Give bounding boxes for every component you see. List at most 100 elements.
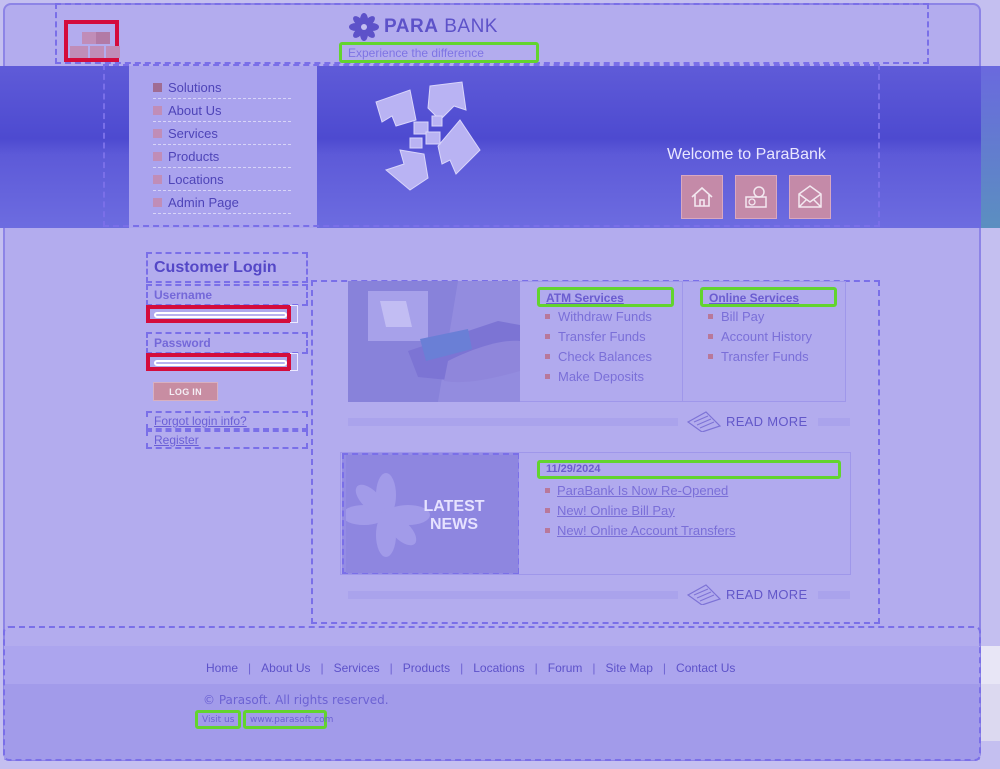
service-label: Transfer Funds	[558, 328, 646, 344]
logo-block	[90, 46, 104, 58]
username-label: Username	[146, 284, 308, 306]
footer-separator: |	[460, 661, 464, 675]
password-input[interactable]	[154, 360, 287, 366]
footer-link-services[interactable]: Services	[334, 661, 380, 675]
brand[interactable]: PARA BANK	[348, 12, 498, 42]
latest-news-line2: NEWS	[430, 516, 478, 533]
logo-block	[106, 46, 120, 58]
list-item[interactable]: Transfer Funds	[708, 346, 812, 366]
pen-paper-icon	[686, 584, 722, 605]
list-item[interactable]: Make Deposits	[545, 366, 652, 386]
divider-line	[348, 591, 678, 599]
footer-separator: |	[248, 661, 252, 675]
online-services-list: Bill Pay Account History Transfer Funds	[708, 306, 812, 366]
service-label: Transfer Funds	[721, 348, 809, 364]
news-item[interactable]: New! Online Account Transfers	[545, 520, 735, 540]
list-item[interactable]: Withdraw Funds	[545, 306, 652, 326]
logo-block	[70, 46, 88, 58]
bullet-icon	[545, 353, 550, 359]
news-item[interactable]: New! Online Bill Pay	[545, 500, 735, 520]
services-read-more[interactable]: READ MORE	[348, 411, 850, 432]
footer-separator: |	[534, 661, 538, 675]
password-field[interactable]	[146, 353, 291, 371]
footer-separator: |	[592, 661, 596, 675]
footer-link-about-us[interactable]: About Us	[261, 661, 310, 675]
read-more-label: READ MORE	[726, 587, 808, 602]
atm-photo	[348, 281, 520, 402]
news-list: ParaBank Is Now Re-Opened New! Online Bi…	[545, 480, 735, 540]
username-field-edge	[290, 305, 298, 323]
bullet-icon	[708, 333, 713, 339]
footer-link-contact-us[interactable]: Contact Us	[676, 661, 735, 675]
site-logo[interactable]	[64, 20, 120, 62]
divider-line	[818, 418, 850, 426]
footer-link-products[interactable]: Products	[403, 661, 450, 675]
news-read-more[interactable]: READ MORE	[348, 584, 850, 605]
brand-name: PARA BANK	[384, 16, 498, 38]
divider-line	[818, 591, 850, 599]
banner-region	[103, 64, 880, 227]
bullet-icon	[545, 373, 550, 379]
visit-us-label: Visit us	[195, 710, 241, 729]
flower-logo-icon	[349, 13, 379, 41]
list-item[interactable]: Check Balances	[545, 346, 652, 366]
latest-news-title: LATEST NEWS	[402, 498, 506, 534]
latest-news-line1: LATEST	[423, 498, 485, 515]
service-label: Withdraw Funds	[558, 308, 652, 324]
news-item-label: New! Online Bill Pay	[557, 502, 675, 518]
news-item-label: New! Online Account Transfers	[557, 522, 736, 538]
atm-services-heading[interactable]: ATM Services	[537, 287, 674, 307]
bullet-icon	[545, 333, 550, 339]
footer-edge	[981, 684, 1000, 741]
list-item[interactable]: Transfer Funds	[545, 326, 652, 346]
bullet-icon	[708, 353, 713, 359]
divider-line	[348, 418, 678, 426]
footer-separator: |	[662, 661, 667, 675]
banner-edge	[981, 66, 1000, 228]
parasoft-link[interactable]: www.parasoft.com	[243, 710, 333, 729]
logo-block	[96, 32, 110, 44]
service-label: Make Deposits	[558, 368, 644, 384]
footer-separator: |	[320, 661, 324, 675]
brand-suffix: BANK	[444, 16, 498, 37]
forgot-login-link[interactable]: Forgot login info?	[146, 411, 308, 430]
login-button[interactable]: LOG IN	[153, 382, 218, 401]
list-item[interactable]: Bill Pay	[708, 306, 812, 326]
password-label: Password	[146, 332, 308, 354]
bullet-icon	[545, 487, 550, 493]
service-label: Account History	[721, 328, 813, 344]
footer-nav: Home | About Us | Services | Products | …	[206, 661, 735, 675]
username-field[interactable]	[146, 305, 291, 323]
footer-link-forum[interactable]: Forum	[548, 661, 583, 675]
footer	[3, 626, 981, 761]
bullet-icon	[545, 527, 550, 533]
bullet-icon	[708, 313, 713, 319]
pen-paper-icon	[686, 411, 722, 432]
online-services-heading[interactable]: Online Services	[700, 287, 837, 307]
news-item[interactable]: ParaBank Is Now Re-Opened	[545, 480, 735, 500]
footer-link-site-map[interactable]: Site Map	[606, 661, 653, 675]
bullet-icon	[545, 313, 550, 319]
atm-services-list: Withdraw Funds Transfer Funds Check Bala…	[545, 306, 652, 386]
news-item-label: ParaBank Is Now Re-Opened	[557, 482, 729, 498]
news-date: 11/29/2024	[537, 460, 841, 479]
footer-edge	[981, 646, 1000, 684]
service-label: Bill Pay	[721, 308, 765, 324]
tagline: Experience the difference	[339, 42, 539, 63]
footer-link-home[interactable]: Home	[206, 661, 238, 675]
username-input[interactable]	[154, 312, 287, 318]
brand-prefix: PARA	[384, 16, 439, 37]
footer-separator: |	[389, 661, 393, 675]
register-link[interactable]: Register	[146, 430, 308, 449]
list-item[interactable]: Account History	[708, 326, 812, 346]
bullet-icon	[545, 507, 550, 513]
copyright: © Parasoft. All rights reserved.	[203, 693, 389, 707]
atm-image	[348, 281, 520, 402]
login-title: Customer Login	[146, 252, 308, 283]
service-label: Check Balances	[558, 348, 652, 364]
read-more-label: READ MORE	[726, 414, 808, 429]
password-field-edge	[290, 353, 298, 371]
logo-block	[82, 32, 96, 44]
services-divider	[682, 281, 683, 402]
footer-link-locations[interactable]: Locations	[473, 661, 524, 675]
